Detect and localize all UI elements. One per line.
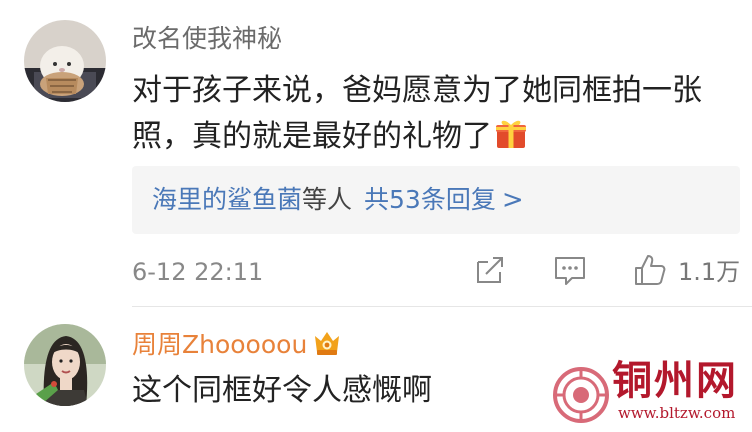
avatar[interactable]	[24, 20, 106, 102]
vip-crown-icon	[312, 328, 342, 358]
comment-button[interactable]	[552, 252, 588, 288]
comment-body: 对于孩子来说，爸妈愿意为了她同框拍一张照，真的就是最好的礼物了	[132, 73, 702, 154]
avatar[interactable]	[24, 324, 106, 406]
comment-icon	[555, 257, 585, 285]
replies-summary[interactable]: 海里的鲨鱼菌等人 共53条回复 >	[132, 166, 740, 234]
site-watermark: 铜州网 www.bltzw.com	[552, 358, 748, 428]
chevron-right-icon[interactable]: >	[502, 185, 524, 215]
share-icon	[477, 257, 503, 283]
watermark-name: 铜州网	[612, 357, 738, 404]
comment-username[interactable]: 周周Zhooooou	[132, 330, 307, 360]
like-button[interactable]: 1.1万	[632, 252, 744, 288]
reply-username-link[interactable]: 海里的鲨鱼菌	[152, 185, 302, 214]
comment-timestamp: 6-12 22:11	[132, 258, 264, 286]
reply-count-link[interactable]: 共53条回复	[364, 185, 496, 214]
reply-connector: 等人	[302, 185, 353, 214]
share-button[interactable]	[472, 252, 508, 288]
comment-meta-row: 6-12 22:11 1.1万	[132, 252, 744, 292]
comment-divider	[132, 306, 752, 307]
gift-icon	[494, 116, 528, 150]
watermark-url: www.bltzw.com	[618, 404, 736, 422]
watermark-logo-icon	[552, 366, 610, 424]
thumbs-up-icon	[635, 255, 666, 285]
like-count: 1.1万	[678, 258, 741, 286]
comment-text: 对于孩子来说，爸妈愿意为了她同框拍一张照，真的就是最好的礼物了	[132, 68, 744, 160]
comment-username[interactable]: 改名使我神秘	[132, 24, 282, 54]
